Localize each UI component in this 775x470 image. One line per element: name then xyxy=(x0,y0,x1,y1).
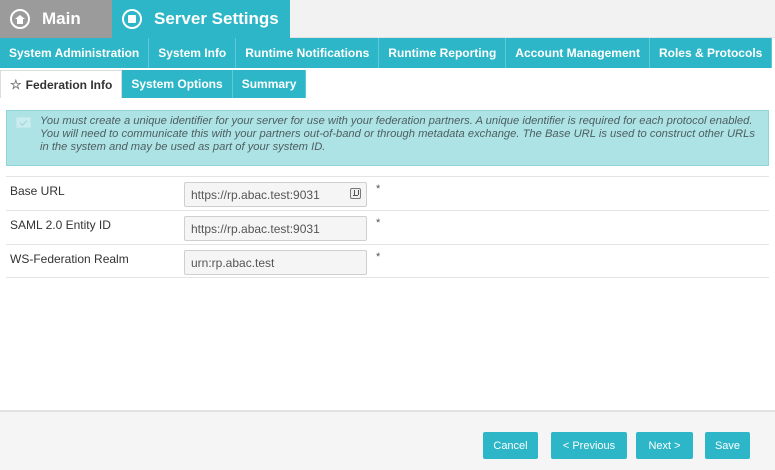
base-url-field-wrap xyxy=(184,182,367,207)
tab-system-info[interactable]: System Info xyxy=(149,38,237,68)
tab-summary[interactable]: Summary xyxy=(232,70,307,98)
server-settings-tab-label: Server Settings xyxy=(154,9,279,28)
ws-federation-realm-label: WS-Federation Realm xyxy=(10,252,129,266)
server-settings-icon xyxy=(122,9,142,29)
secondary-nav: System Administration System Info Runtim… xyxy=(0,38,773,68)
ws-federation-realm-required-mark: * xyxy=(376,251,381,263)
tab-federation-info-label: Federation Info xyxy=(25,77,113,92)
ws-federation-realm-input[interactable] xyxy=(184,250,367,275)
tab-roles-protocols[interactable]: Roles & Protocols xyxy=(649,38,773,68)
main-tab-label: Main xyxy=(42,9,81,28)
tab-runtime-notifications[interactable]: Runtime Notifications xyxy=(236,38,380,68)
main-tab[interactable]: Main xyxy=(0,0,112,38)
home-icon xyxy=(10,9,30,29)
tertiary-nav: ☆ Federation Info System Options Summary xyxy=(0,70,307,98)
server-settings-tab[interactable]: Server Settings xyxy=(112,0,290,38)
next-button[interactable]: Next > xyxy=(636,432,693,459)
saml-entity-id-label: SAML 2.0 Entity ID xyxy=(10,218,111,232)
footer-bar: Cancel < Previous Next > Save xyxy=(0,410,775,470)
saml-entity-id-required-mark: * xyxy=(376,217,381,229)
top-header: Main Server Settings xyxy=(0,0,775,38)
saml-entity-id-input[interactable] xyxy=(184,216,367,241)
previous-button[interactable]: < Previous xyxy=(551,432,627,459)
base-url-label: Base URL xyxy=(10,184,65,198)
info-message-box: You must create a unique identifier for … xyxy=(6,110,769,166)
tab-federation-info[interactable]: ☆ Federation Info xyxy=(0,70,123,98)
tab-system-administration[interactable]: System Administration xyxy=(0,38,150,68)
federation-info-form: Base URL * SAML 2.0 Entity ID * WS-Feder… xyxy=(6,176,769,278)
form-row-saml-entity-id: SAML 2.0 Entity ID * xyxy=(6,210,769,244)
tab-runtime-reporting[interactable]: Runtime Reporting xyxy=(379,38,507,68)
cancel-button[interactable]: Cancel xyxy=(483,432,538,459)
save-button[interactable]: Save xyxy=(705,432,750,459)
tab-system-options[interactable]: System Options xyxy=(122,70,233,98)
info-message-text: You must create a unique identifier for … xyxy=(40,115,755,153)
base-url-required-mark: * xyxy=(376,183,381,195)
form-row-ws-federation-realm: WS-Federation Realm * xyxy=(6,244,769,278)
info-icon xyxy=(16,117,31,128)
base-url-picker-icon[interactable] xyxy=(350,188,361,199)
form-row-base-url: Base URL * xyxy=(6,176,769,210)
star-icon: ☆ xyxy=(10,76,22,92)
tab-account-management[interactable]: Account Management xyxy=(506,38,650,68)
base-url-input[interactable] xyxy=(184,182,367,207)
